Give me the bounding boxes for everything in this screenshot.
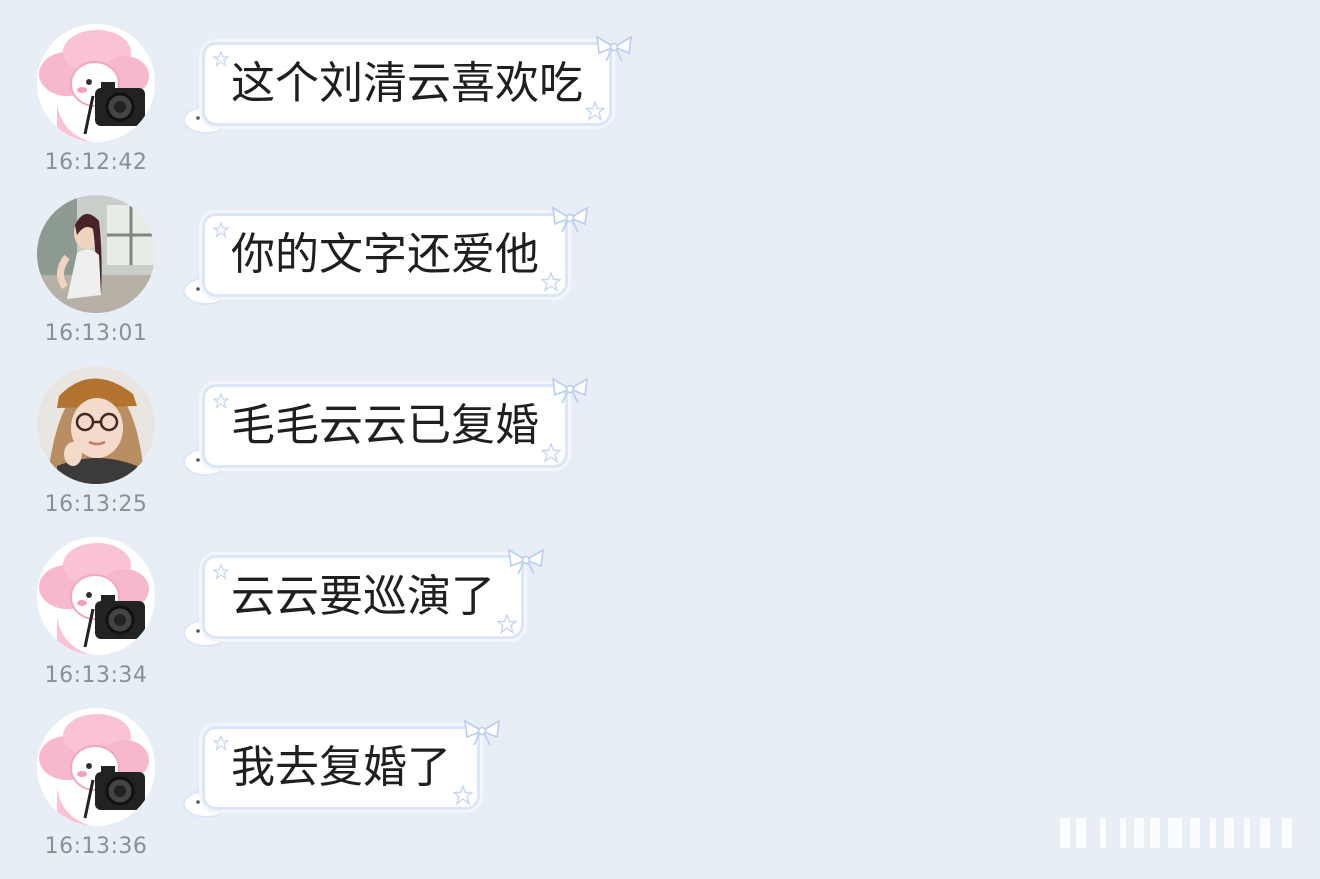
message-bubble-wrapper: 云云要巡演了 [180,548,544,647]
avatar-sheep[interactable] [37,708,155,826]
chat-message: 16:13:25 毛毛云云已复婚 [0,366,1320,537]
message-text: 毛毛云云已复婚 [231,400,539,451]
ribbon-bow-icon [552,377,588,404]
star-icon [541,443,561,463]
message-bubble[interactable]: 毛毛云云已复婚 [202,377,588,468]
star-icon [213,564,229,580]
star-icon [453,785,473,805]
watermark-icon [1060,818,1292,848]
avatar-sheep[interactable] [37,24,155,142]
woman-with-cap-and-glasses-icon [37,366,155,484]
avatar-woman-cap[interactable] [37,366,155,484]
message-bubble-wrapper: 这个刘清云喜欢吃 [180,35,632,134]
pink-sheep-with-camera-icon [37,537,155,655]
chat-message: 16:13:36 我去复婚了 [0,708,1320,879]
chat-message: 16:12:42 这个刘清云喜欢吃 [0,24,1320,195]
star-icon [585,101,605,121]
ribbon-bow-icon [596,35,632,62]
message-timestamp: 16:13:01 [44,321,148,346]
star-icon [213,393,229,409]
message-text: 你的文字还爱他 [231,229,539,280]
message-timestamp: 16:13:34 [44,663,148,688]
message-bubble[interactable]: 云云要巡演了 [202,548,544,639]
chat-history: 16:12:42 这个刘清云喜欢吃 16:13:01 你的文字还爱他 16:13… [0,0,1320,863]
avatar-woman-photo[interactable] [37,195,155,313]
avatar-sheep[interactable] [37,537,155,655]
star-icon [541,272,561,292]
ribbon-bow-icon [464,719,500,746]
message-bubble-wrapper: 我去复婚了 [180,719,500,818]
ribbon-bow-icon [508,548,544,575]
message-timestamp: 16:12:42 [44,150,148,175]
chat-message: 16:13:34 云云要巡演了 [0,537,1320,708]
message-bubble[interactable]: 你的文字还爱他 [202,206,588,297]
chat-message: 16:13:01 你的文字还爱他 [0,195,1320,366]
pink-sheep-with-camera-icon [37,708,155,826]
message-text: 云云要巡演了 [231,571,495,622]
message-bubble-wrapper: 你的文字还爱他 [180,206,588,305]
pink-sheep-with-camera-icon [37,24,155,142]
message-text: 我去复婚了 [231,742,451,793]
star-icon [213,735,229,751]
star-icon [213,51,229,67]
star-icon [213,222,229,238]
message-bubble[interactable]: 我去复婚了 [202,719,500,810]
message-timestamp: 16:13:36 [44,834,148,859]
message-text: 这个刘清云喜欢吃 [231,58,583,109]
message-bubble-wrapper: 毛毛云云已复婚 [180,377,588,476]
star-icon [497,614,517,634]
ribbon-bow-icon [552,206,588,233]
woman-photo-icon [37,195,155,313]
message-timestamp: 16:13:25 [44,492,148,517]
message-bubble[interactable]: 这个刘清云喜欢吃 [202,35,632,126]
